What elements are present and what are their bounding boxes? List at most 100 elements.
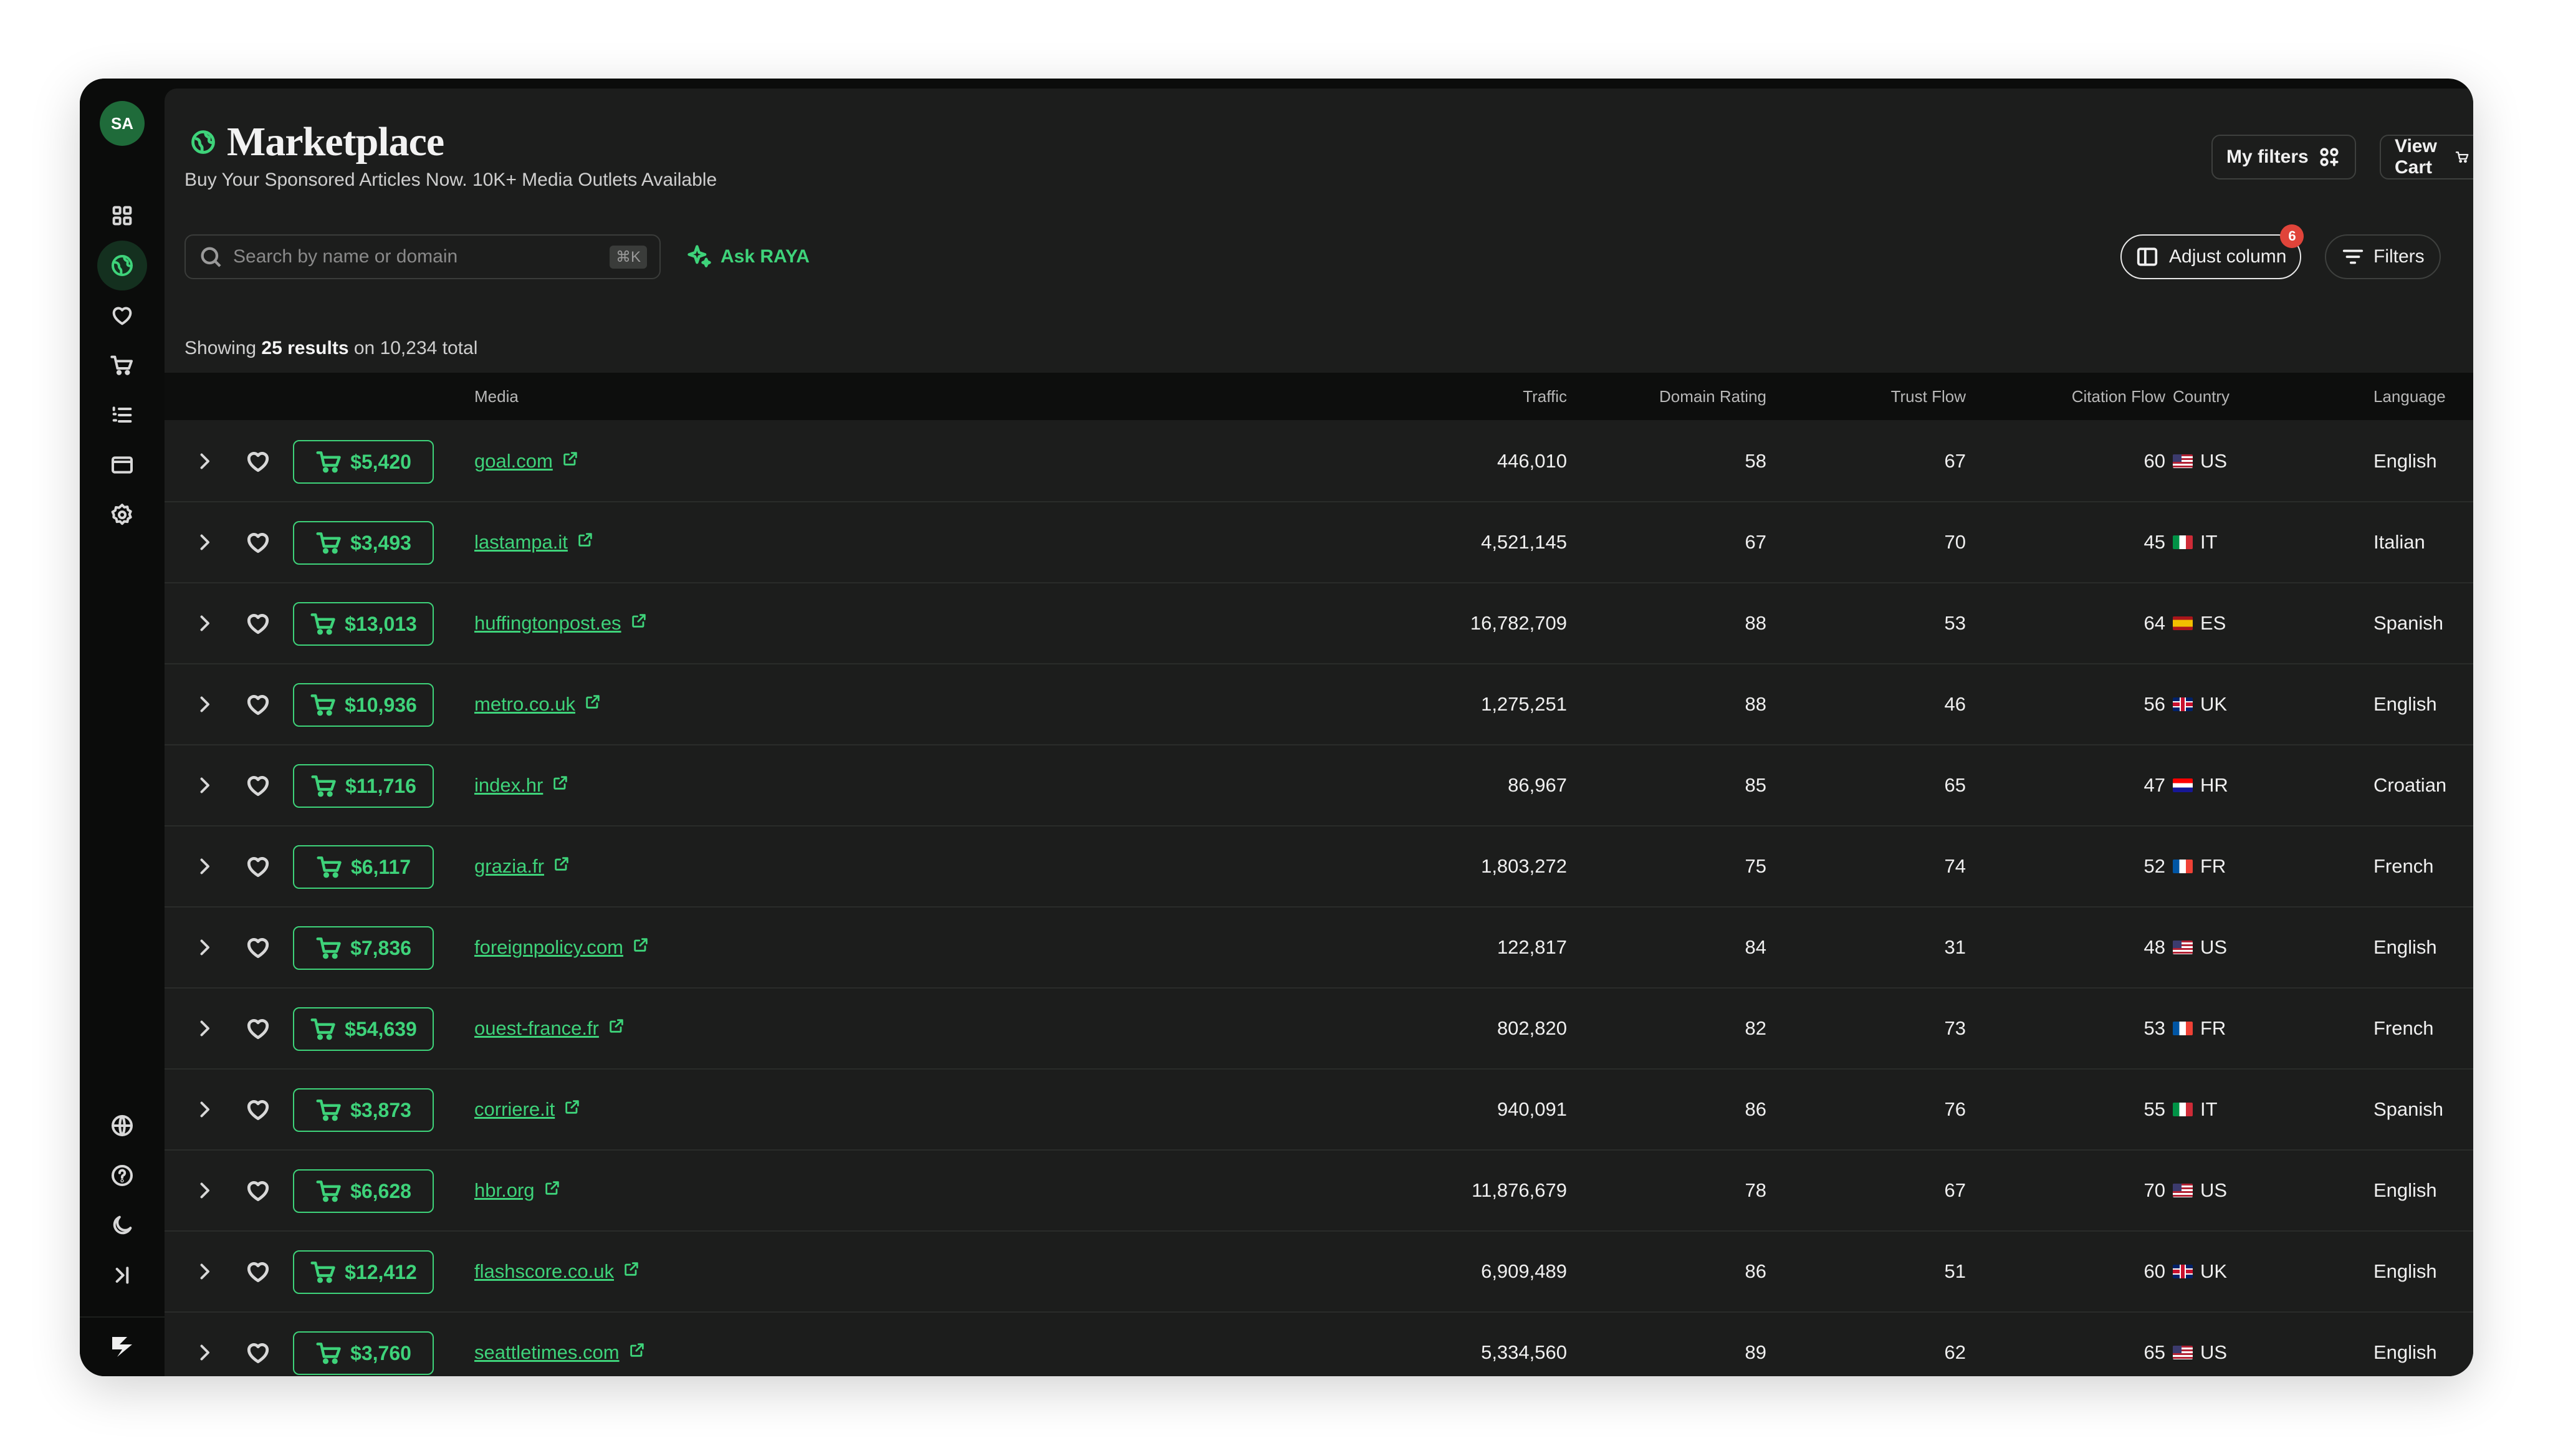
- media-link[interactable]: seattletimes.com: [474, 1341, 620, 1364]
- view-cart-button[interactable]: View Cart: [2380, 135, 2473, 180]
- sidebar-item-collapse[interactable]: [97, 1250, 147, 1300]
- sidebar-item-help[interactable]: [97, 1151, 147, 1200]
- table-row[interactable]: $5,420 goal.com 446,010 58 67 60 US Engl…: [165, 421, 2473, 502]
- column-header-citation-flow[interactable]: Citation Flow: [1978, 373, 2165, 420]
- external-link-icon[interactable]: [544, 855, 570, 878]
- favorite-button[interactable]: [244, 989, 272, 1068]
- add-to-cart-button[interactable]: $3,873: [293, 1088, 434, 1132]
- add-to-cart-button[interactable]: $12,412: [293, 1250, 434, 1294]
- chevron-right-icon: [200, 1020, 209, 1037]
- table-row[interactable]: $54,639 ouest-france.fr 802,820 82 73 53…: [165, 989, 2473, 1070]
- add-to-cart-button[interactable]: $13,013: [293, 602, 434, 646]
- favorite-button[interactable]: [244, 1151, 272, 1230]
- favorite-button[interactable]: [244, 745, 272, 825]
- external-link-icon[interactable]: [568, 531, 594, 553]
- expand-row-button[interactable]: [193, 908, 216, 987]
- external-link-icon[interactable]: [614, 1260, 640, 1283]
- table-row[interactable]: $6,628 hbr.org 11,876,679 78 67 70 US En…: [165, 1151, 2473, 1232]
- favorite-button[interactable]: [244, 664, 272, 744]
- filters-button[interactable]: Filters: [2325, 234, 2441, 279]
- media-link[interactable]: index.hr: [474, 774, 543, 797]
- column-header-trust-flow[interactable]: Trust Flow: [1779, 373, 1966, 420]
- media-link[interactable]: foreignpolicy.com: [474, 936, 623, 959]
- favorite-button[interactable]: [244, 1313, 272, 1376]
- expand-row-button[interactable]: [193, 664, 216, 744]
- media-link[interactable]: huffingtonpost.es: [474, 612, 621, 635]
- add-to-cart-button[interactable]: $6,628: [293, 1169, 434, 1213]
- media-link[interactable]: hbr.org: [474, 1179, 535, 1202]
- media-link[interactable]: corriere.it: [474, 1098, 555, 1121]
- ask-raya-button[interactable]: Ask RAYA: [686, 241, 810, 273]
- table-row[interactable]: $10,936 metro.co.uk 1,275,251 88 46 56 U…: [165, 664, 2473, 745]
- sidebar-item-language[interactable]: [97, 1101, 147, 1151]
- external-link-icon[interactable]: [575, 693, 601, 716]
- table-row[interactable]: $12,412 flashscore.co.uk 6,909,489 86 51…: [165, 1232, 2473, 1313]
- column-header-language[interactable]: Language: [2373, 373, 2446, 420]
- media-link[interactable]: grazia.fr: [474, 855, 544, 878]
- search-box[interactable]: ⌘K: [184, 234, 661, 279]
- sidebar-item-settings[interactable]: [97, 490, 147, 540]
- external-link-icon[interactable]: [620, 1341, 646, 1364]
- add-to-cart-button[interactable]: $54,639: [293, 1007, 434, 1051]
- column-header-media[interactable]: Media: [474, 373, 519, 420]
- add-to-cart-button[interactable]: $10,936: [293, 683, 434, 727]
- table-row[interactable]: $3,760 seattletimes.com 5,334,560 89 62 …: [165, 1313, 2473, 1376]
- search-input[interactable]: [233, 246, 600, 267]
- media-link[interactable]: flashscore.co.uk: [474, 1260, 614, 1283]
- expand-row-button[interactable]: [193, 826, 216, 906]
- add-to-cart-button[interactable]: $11,716: [293, 764, 434, 808]
- sidebar-item-favorites[interactable]: [97, 290, 147, 340]
- sidebar-item-theme[interactable]: [97, 1200, 147, 1250]
- expand-row-button[interactable]: [193, 583, 216, 663]
- add-to-cart-button[interactable]: $5,420: [293, 440, 434, 484]
- expand-row-button[interactable]: [193, 1070, 216, 1149]
- external-link-icon[interactable]: [543, 774, 569, 797]
- favorite-button[interactable]: [244, 583, 272, 663]
- sidebar-item-marketplace[interactable]: [97, 241, 147, 290]
- adjust-column-button[interactable]: Adjust column 6: [2120, 224, 2304, 279]
- favorite-button[interactable]: [244, 421, 272, 501]
- add-to-cart-button[interactable]: $3,493: [293, 521, 434, 565]
- expand-row-button[interactable]: [193, 1151, 216, 1230]
- favorite-button[interactable]: [244, 826, 272, 906]
- external-link-icon[interactable]: [599, 1017, 625, 1040]
- table-row[interactable]: $7,836 foreignpolicy.com 122,817 84 31 4…: [165, 908, 2473, 989]
- add-to-cart-button[interactable]: $3,760: [293, 1331, 434, 1375]
- table-row[interactable]: $6,117 grazia.fr 1,803,272 75 74 52 FR F…: [165, 826, 2473, 908]
- expand-row-button[interactable]: [193, 421, 216, 501]
- expand-row-button[interactable]: [193, 989, 216, 1068]
- media-link[interactable]: lastampa.it: [474, 531, 568, 553]
- external-link-icon[interactable]: [555, 1098, 581, 1121]
- sidebar-item-wallet[interactable]: [97, 440, 147, 490]
- table-row[interactable]: $13,013 huffingtonpost.es 16,782,709 88 …: [165, 583, 2473, 664]
- expand-row-button[interactable]: [193, 1313, 216, 1376]
- expand-row-button[interactable]: [193, 745, 216, 825]
- add-to-cart-button[interactable]: $6,117: [293, 845, 434, 889]
- media-link[interactable]: goal.com: [474, 450, 553, 472]
- favorite-button[interactable]: [244, 502, 272, 582]
- column-header-domain-rating[interactable]: Domain Rating: [1579, 373, 1766, 420]
- expand-row-button[interactable]: [193, 1232, 216, 1311]
- favorite-button[interactable]: [244, 1232, 272, 1311]
- media-link[interactable]: ouest-france.fr: [474, 1017, 599, 1040]
- external-link-icon[interactable]: [623, 936, 649, 959]
- external-link-icon[interactable]: [621, 612, 648, 635]
- table-row[interactable]: $11,716 index.hr 86,967 85 65 47 HR Croa…: [165, 745, 2473, 826]
- media-link[interactable]: metro.co.uk: [474, 693, 575, 716]
- add-to-cart-button[interactable]: $7,836: [293, 926, 434, 970]
- column-header-country[interactable]: Country: [2173, 373, 2230, 420]
- globe-icon: [112, 255, 133, 276]
- avatar[interactable]: SA: [100, 101, 145, 146]
- expand-row-button[interactable]: [193, 502, 216, 582]
- table-row[interactable]: $3,493 lastampa.it 4,521,145 67 70 45 IT…: [165, 502, 2473, 583]
- column-header-traffic[interactable]: Traffic: [1380, 373, 1567, 420]
- sidebar-item-dashboard[interactable]: [97, 191, 147, 241]
- external-link-icon[interactable]: [553, 450, 579, 472]
- favorite-button[interactable]: [244, 1070, 272, 1149]
- external-link-icon[interactable]: [535, 1179, 561, 1202]
- table-row[interactable]: $3,873 corriere.it 940,091 86 76 55 IT S…: [165, 1070, 2473, 1151]
- favorite-button[interactable]: [244, 908, 272, 987]
- my-filters-button[interactable]: My filters: [2211, 135, 2356, 180]
- sidebar-item-cart[interactable]: [97, 340, 147, 390]
- sidebar-item-orders[interactable]: [97, 390, 147, 440]
